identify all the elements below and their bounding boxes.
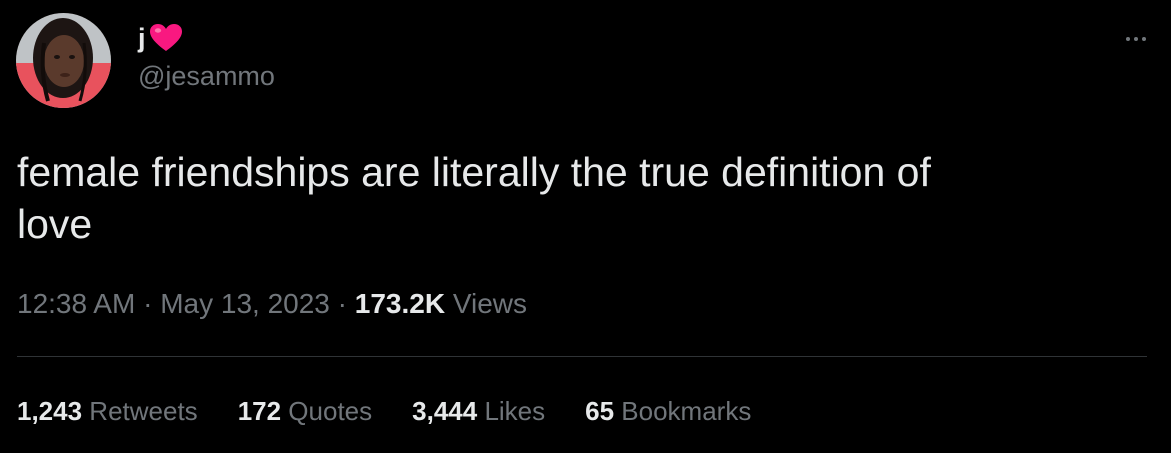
display-name[interactable]: j	[138, 24, 146, 52]
views-count: 173.2K	[354, 288, 446, 319]
bookmarks-label: Bookmarks	[614, 396, 752, 426]
retweets-count: 1,243	[17, 396, 83, 426]
quotes-count: 172	[237, 396, 282, 426]
meta-separator: ·	[135, 288, 161, 319]
tweet-time[interactable]: 12:38 AM	[17, 288, 135, 319]
likes-stat[interactable]: 3,444 Likes	[412, 392, 545, 430]
avatar[interactable]	[16, 13, 111, 108]
likes-count: 3,444	[412, 396, 478, 426]
profile-photo-icon	[16, 13, 111, 108]
ellipsis-icon[interactable]	[1119, 22, 1153, 56]
tweet-date[interactable]: May 13, 2023	[160, 288, 330, 319]
dot-icon	[1126, 37, 1130, 41]
engagement-stats: 1,243 Retweets 172 Quotes 3,444 Likes 65…	[17, 392, 791, 430]
bookmarks-count: 65	[585, 396, 615, 426]
meta-separator: ·	[329, 288, 355, 319]
red-heart-icon	[149, 23, 183, 53]
retweets-stat[interactable]: 1,243 Retweets	[17, 392, 198, 430]
retweets-label: Retweets	[82, 396, 198, 426]
author-handle[interactable]: @jesammo	[138, 61, 275, 92]
quotes-stat[interactable]: 172 Quotes	[238, 392, 372, 430]
tweet-text: female friendships are literally the tru…	[17, 149, 931, 247]
tweet-meta: 12:38 AM · May 13, 2023 · 173.2K Views	[17, 284, 527, 324]
author-name-row[interactable]: j	[138, 20, 183, 56]
dot-icon	[1142, 37, 1146, 41]
bookmarks-stat[interactable]: 65 Bookmarks	[585, 392, 751, 430]
views-label: Views	[445, 288, 528, 319]
quotes-label: Quotes	[281, 396, 373, 426]
dot-icon	[1134, 37, 1138, 41]
tweet-card: j @jesammo female friendships are litera…	[0, 0, 1171, 453]
likes-label: Likes	[477, 396, 546, 426]
divider	[17, 356, 1147, 357]
